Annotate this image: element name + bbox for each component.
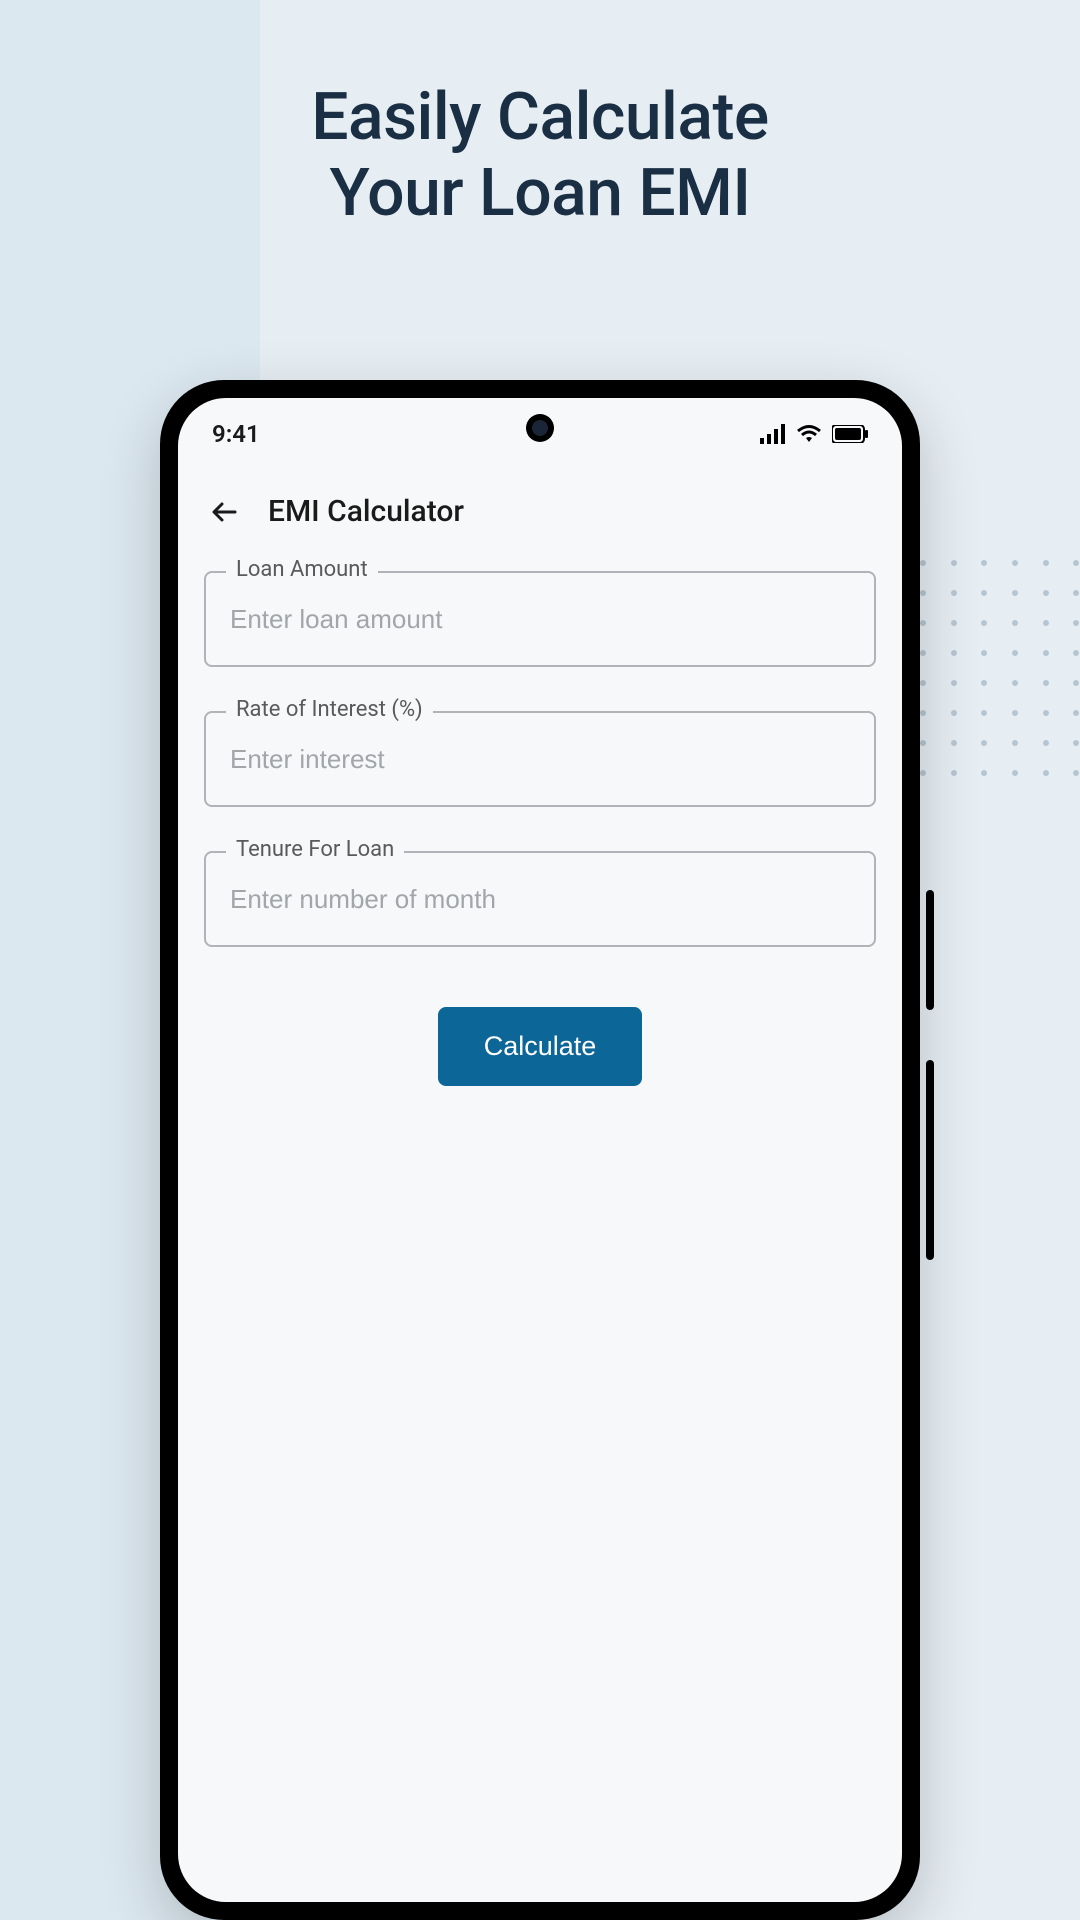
phone-side-button bbox=[926, 890, 934, 1010]
loan-amount-input[interactable] bbox=[204, 571, 876, 667]
wifi-icon bbox=[796, 424, 822, 444]
phone-side-button bbox=[926, 1060, 934, 1260]
loan-amount-label: Loan Amount bbox=[226, 557, 378, 582]
rate-input[interactable] bbox=[204, 711, 876, 807]
tenure-label: Tenure For Loan bbox=[226, 837, 404, 862]
status-time: 9:41 bbox=[212, 420, 260, 448]
cellular-signal-icon bbox=[760, 424, 786, 444]
tenure-input[interactable] bbox=[204, 851, 876, 947]
loan-amount-field-group: Loan Amount bbox=[204, 571, 876, 667]
rate-label: Rate of Interest (%) bbox=[226, 697, 433, 722]
rate-field-group: Rate of Interest (%) bbox=[204, 711, 876, 807]
form-container: Loan Amount Rate of Interest (%) Tenure … bbox=[178, 551, 902, 1106]
calculate-button[interactable]: Calculate bbox=[438, 1007, 643, 1086]
hero-line-1: Easily Calculate bbox=[311, 79, 769, 156]
tenure-field-group: Tenure For Loan bbox=[204, 851, 876, 947]
status-indicators bbox=[760, 424, 868, 444]
camera-notch bbox=[526, 414, 554, 442]
hero-line-2: Your Loan EMI bbox=[329, 155, 750, 232]
page-title: EMI Calculator bbox=[268, 494, 464, 529]
phone-mockup-frame: 9:41 bbox=[160, 380, 920, 1920]
phone-screen: 9:41 bbox=[178, 398, 902, 1902]
hero-title: Easily Calculate Your Loan EMI bbox=[0, 0, 1080, 232]
app-header: EMI Calculator bbox=[178, 458, 902, 551]
decorative-dot-grid bbox=[920, 560, 1080, 776]
arrow-left-icon bbox=[209, 496, 241, 528]
back-button[interactable] bbox=[208, 495, 242, 529]
battery-icon bbox=[832, 425, 868, 443]
